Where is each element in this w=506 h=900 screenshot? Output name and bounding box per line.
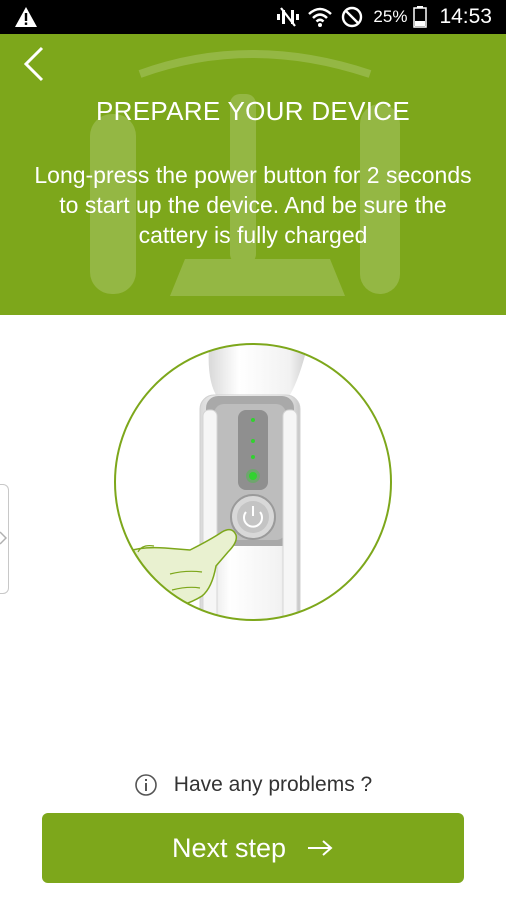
next-step-label: Next step — [171, 832, 287, 863]
battery-percent: 25% — [373, 7, 408, 26]
wifi-icon — [308, 7, 333, 27]
chevron-right-icon — [0, 531, 7, 545]
info-icon — [134, 774, 157, 796]
status-time: 14:53 — [439, 5, 492, 28]
battery-icon — [413, 6, 428, 28]
mute-icon — [277, 7, 300, 27]
warning-icon — [15, 7, 37, 27]
side-drawer-handle[interactable] — [0, 484, 9, 594]
page-title: PREPARE YOUR DEVICE — [96, 96, 410, 126]
device-power-button-illustration — [114, 343, 392, 621]
power-icon — [230, 494, 276, 540]
back-chevron-icon[interactable] — [18, 44, 54, 84]
do-not-disturb-icon — [342, 6, 363, 28]
help-link[interactable]: Have any problems ? — [0, 770, 506, 800]
status-bar: 25% 14:53 — [0, 0, 506, 34]
header-banner: PREPARE YOUR DEVICE Long-press the power… — [0, 34, 506, 315]
next-step-button[interactable]: Next step — [42, 813, 464, 883]
arrow-right-icon — [308, 840, 333, 856]
page-description: Long-press the power button for 2 second… — [34, 162, 472, 248]
help-label: Have any problems ? — [173, 773, 373, 796]
